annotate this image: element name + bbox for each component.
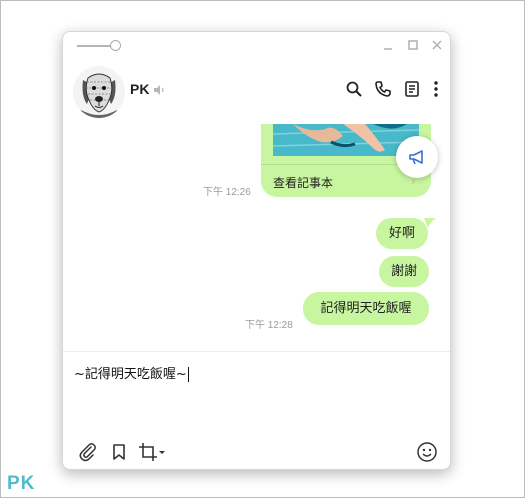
chat-bubble[interactable]: 謝謝	[379, 256, 429, 287]
mute-speaker-icon	[152, 82, 166, 101]
chat-bubble[interactable]: 好啊	[376, 218, 428, 249]
message-input[interactable]: ~記得明天吃飯喔~	[74, 363, 189, 382]
notes-icon[interactable]	[403, 80, 421, 98]
text-caret	[187, 367, 189, 382]
note-card-label: 查看記事本	[273, 176, 334, 190]
search-icon[interactable]	[345, 80, 363, 98]
more-icon[interactable]	[431, 80, 441, 98]
crop-screenshot-icon[interactable]	[138, 442, 166, 462]
maximize-icon[interactable]	[406, 38, 420, 52]
chat-title: PK	[130, 81, 150, 97]
timestamp: 下午 12:28	[245, 320, 293, 331]
watermark-logo: PK	[7, 473, 36, 494]
composer-divider	[63, 351, 450, 352]
opacity-slider[interactable]	[77, 40, 121, 52]
minimize-icon[interactable]	[381, 38, 395, 52]
bookmark-icon[interactable]	[109, 442, 129, 462]
opacity-slider-knob[interactable]	[110, 40, 121, 51]
avatar[interactable]	[73, 66, 125, 118]
chat-bubble[interactable]: 記得明天吃飯喔	[303, 292, 429, 325]
message-input-text: ~記得明天吃飯喔~	[74, 367, 187, 382]
message-list[interactable]: 查看記事本 › 下午 12:26 好啊 謝謝 記得明天吃飯喔 下午 12:28	[63, 124, 450, 352]
megaphone-icon	[409, 150, 423, 165]
timestamp: 下午 12:26	[203, 187, 251, 198]
phone-icon[interactable]	[374, 80, 392, 98]
emoji-icon[interactable]	[416, 441, 438, 463]
close-icon[interactable]	[430, 38, 444, 52]
paperclip-icon[interactable]	[78, 442, 98, 462]
bubble-tail	[424, 218, 436, 228]
announcement-button[interactable]	[396, 136, 438, 178]
chat-window: PK 查看記事本 › 下午 12:26 好啊 謝謝 記得明天吃飯喔 下午 12:…	[62, 31, 451, 470]
